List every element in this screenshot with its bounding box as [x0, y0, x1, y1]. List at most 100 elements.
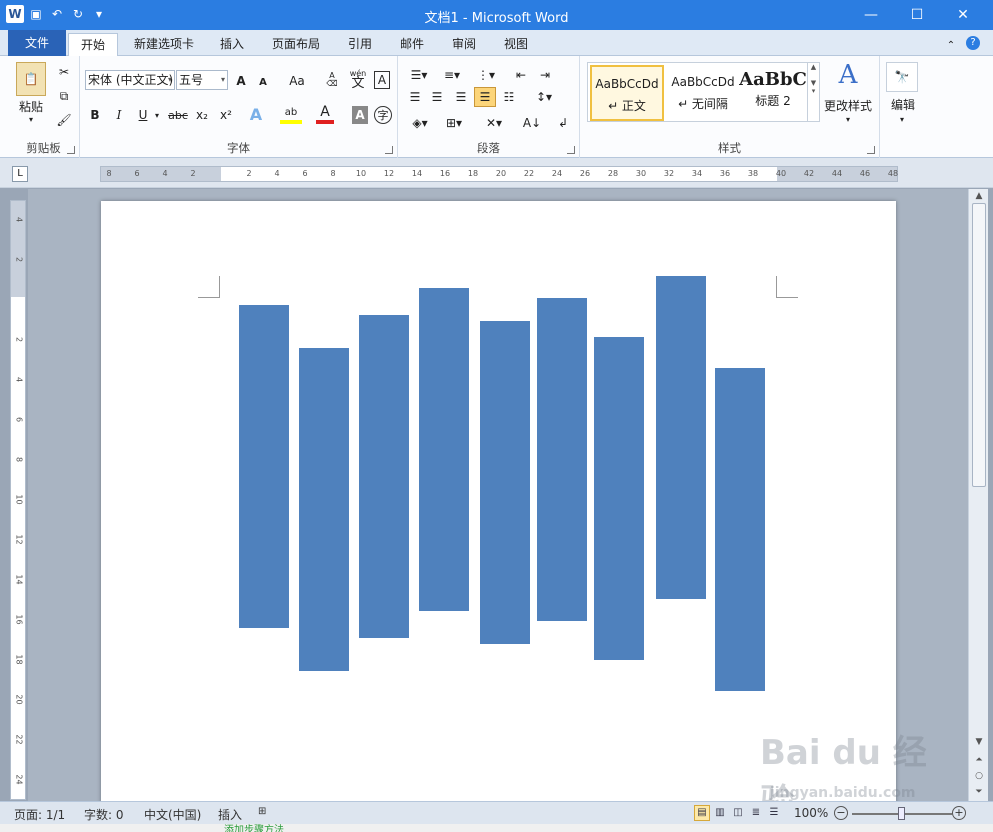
shading-icon[interactable]: ◈▾	[406, 114, 434, 132]
change-styles-icon[interactable]: A	[820, 60, 876, 90]
page-count[interactable]: 页面: 1/1	[14, 806, 65, 823]
tab-references[interactable]: 引用	[338, 33, 382, 56]
scroll-up-icon[interactable]: ▲	[972, 189, 986, 203]
copy-icon[interactable]: ⧉	[56, 88, 72, 104]
tab-mailings[interactable]: 邮件	[390, 33, 434, 56]
column-shape[interactable]	[419, 288, 469, 611]
style-heading-2[interactable]: AaBbC 标题 2	[738, 65, 808, 121]
paragraph-launcher-icon[interactable]	[567, 146, 575, 154]
scroll-down-icon[interactable]: ▼	[972, 735, 986, 749]
justify-icon[interactable]: ☰	[474, 87, 496, 107]
sort-icon[interactable]: A↓	[522, 114, 542, 132]
multilevel-list-icon[interactable]: ⋮▾	[472, 66, 500, 84]
editing-dropdown-icon[interactable]: ▾	[896, 114, 908, 124]
next-page-icon[interactable]: ⏷	[972, 785, 986, 799]
char-border-icon[interactable]: A	[374, 71, 390, 89]
tab-new-tab[interactable]: 新建选项卡	[122, 33, 206, 56]
borders-icon[interactable]: ⊞▾	[440, 114, 468, 132]
column-shape[interactable]	[656, 276, 706, 599]
column-shape[interactable]	[239, 305, 289, 628]
horizontal-ruler[interactable]: 8 6 4 2 2 4 6 8 10 12 14 16 18 20 22 24 26 28 30 32 34 36 38 40…	[100, 166, 898, 182]
editing-button[interactable]: 编辑	[880, 96, 926, 112]
highlight-icon[interactable]: ab	[280, 104, 302, 124]
zoom-out-icon[interactable]: −	[834, 806, 848, 820]
print-layout-icon[interactable]: ▤	[694, 805, 710, 821]
zoom-slider-knob[interactable]	[898, 807, 905, 820]
zoom-level[interactable]: 100%	[794, 806, 828, 820]
prev-page-icon[interactable]: ⏶	[972, 753, 986, 767]
distributed-icon[interactable]: ☷	[500, 88, 518, 106]
column-shape[interactable]	[537, 298, 587, 621]
paste-dropdown-icon[interactable]: ▾	[25, 114, 37, 124]
tab-page-layout[interactable]: 页面布局	[260, 33, 332, 56]
find-icon[interactable]: 🔭	[886, 62, 918, 92]
align-center-icon[interactable]: ☰	[428, 88, 446, 106]
font-color-icon[interactable]: A	[316, 104, 334, 124]
font-name-select[interactable]: 宋体 (中文正文) ▾	[85, 70, 175, 90]
bullets-icon[interactable]: ☰▾	[406, 66, 432, 84]
gallery-scroll[interactable]: ▲ ▼ ▾	[807, 63, 819, 121]
font-size-select[interactable]: 五号 ▾	[176, 70, 228, 90]
enclose-char-icon[interactable]: 字	[374, 106, 392, 124]
numbering-icon[interactable]: ≡▾	[438, 66, 466, 84]
text-effects-icon[interactable]: A	[246, 104, 266, 124]
column-shape[interactable]	[480, 321, 530, 644]
style-normal[interactable]: AaBbCcDd ↵ 正文	[590, 65, 664, 121]
draft-icon[interactable]: ☰	[766, 805, 782, 821]
bold-button[interactable]: B	[86, 106, 104, 124]
styles-launcher-icon[interactable]	[867, 146, 875, 154]
line-spacing-icon[interactable]: ↕▾	[530, 88, 558, 106]
style-no-spacing[interactable]: AaBbCcDd ↵ 无间隔	[666, 65, 740, 121]
phonetic-guide-icon[interactable]: wén 文	[348, 68, 368, 90]
show-marks-icon[interactable]: ↲	[554, 114, 572, 132]
zoom-in-icon[interactable]: +	[952, 806, 966, 820]
tab-selector-icon[interactable]: L	[12, 166, 28, 182]
chinese-layout-icon[interactable]: ✕▾	[480, 114, 508, 132]
column-shape[interactable]	[594, 337, 644, 660]
outline-icon[interactable]: ≣	[748, 805, 764, 821]
clipboard-launcher-icon[interactable]	[67, 146, 75, 154]
align-left-icon[interactable]: ☰	[406, 88, 424, 106]
subscript-button[interactable]: x₂	[192, 106, 212, 124]
scroll-thumb[interactable]	[972, 203, 986, 487]
char-shading-icon[interactable]: A	[352, 106, 368, 124]
shrink-font-icon[interactable]: A	[254, 74, 272, 90]
underline-button[interactable]: U	[134, 106, 152, 124]
paste-icon[interactable]: 📋	[16, 62, 46, 96]
language-indicator[interactable]: 中文(中国)	[144, 806, 201, 823]
macro-record-icon[interactable]: ⊞	[258, 806, 266, 817]
tab-insert[interactable]: 插入	[210, 33, 254, 56]
tab-view[interactable]: 视图	[494, 33, 538, 56]
column-shape[interactable]	[359, 315, 409, 638]
change-case-button[interactable]: Aa	[284, 72, 310, 90]
tab-home[interactable]: 开始	[68, 33, 118, 56]
increase-indent-icon[interactable]: ⇥	[536, 66, 554, 84]
collapse-ribbon-icon[interactable]: ⌃	[944, 35, 958, 58]
grow-font-icon[interactable]: A	[232, 72, 250, 90]
change-styles-button[interactable]: 更改样式	[820, 96, 876, 114]
tab-file[interactable]: 文件	[8, 30, 66, 56]
column-shape[interactable]	[299, 348, 349, 671]
help-icon[interactable]: ?	[966, 36, 980, 50]
vertical-scrollbar[interactable]: ▲ ▼ ⏶ ○ ⏷	[968, 189, 988, 801]
add-step-link[interactable]: 添加步骤方法	[224, 821, 284, 832]
format-painter-icon[interactable]: 🖌	[56, 112, 72, 128]
superscript-button[interactable]: x²	[216, 106, 236, 124]
font-launcher-icon[interactable]	[385, 146, 393, 154]
cut-icon[interactable]: ✂	[56, 64, 72, 80]
word-count[interactable]: 字数: 0	[84, 806, 124, 823]
minimize-icon[interactable]: —	[848, 0, 894, 30]
align-right-icon[interactable]: ☰	[452, 88, 470, 106]
strikethrough-button[interactable]: abc	[166, 106, 190, 124]
maximize-icon[interactable]: ☐	[894, 0, 940, 30]
tab-review[interactable]: 审阅	[442, 33, 486, 56]
change-styles-dropdown-icon[interactable]: ▾	[842, 114, 854, 124]
paste-button[interactable]: 粘贴	[14, 98, 48, 114]
close-icon[interactable]: ✕	[940, 0, 986, 30]
document-area[interactable]	[28, 189, 968, 801]
document-page[interactable]	[101, 201, 896, 801]
italic-button[interactable]: I	[110, 106, 128, 124]
full-screen-reading-icon[interactable]: ▥	[712, 805, 728, 821]
decrease-indent-icon[interactable]: ⇤	[512, 66, 530, 84]
vertical-ruler[interactable]: 4 2 2 4 6 8 10 12 14 16 18 20 22 24	[10, 200, 26, 800]
